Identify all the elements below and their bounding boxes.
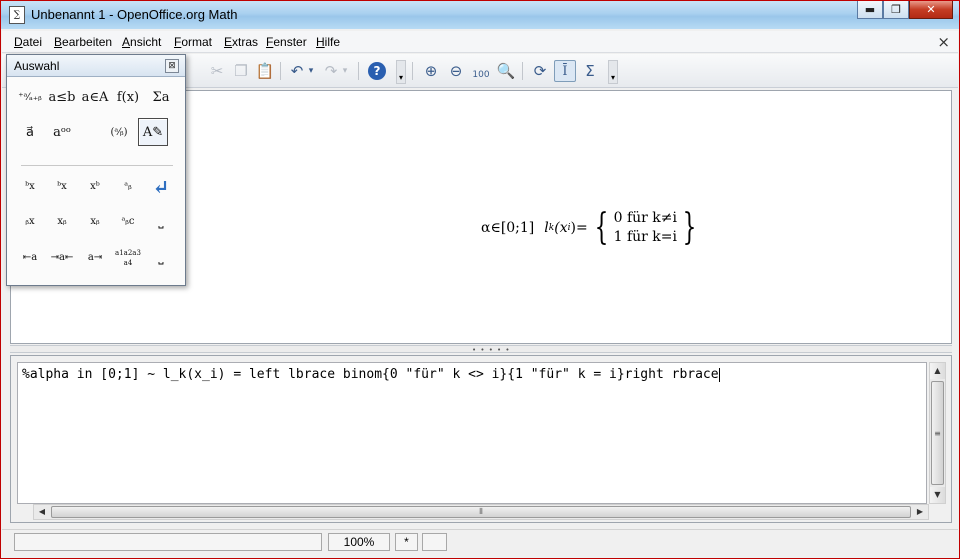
- show-all-icon[interactable]: 🔍: [495, 60, 517, 82]
- scroll-right-icon[interactable]: ▶: [912, 505, 928, 519]
- superscript-icon[interactable]: xᵇ: [80, 173, 110, 201]
- align-right-icon[interactable]: a⇥: [80, 244, 110, 272]
- subscript-icon[interactable]: xᵦ: [80, 208, 110, 236]
- menu-bearbeiten[interactable]: Bearbeiten: [54, 35, 112, 49]
- lower-limit-icon[interactable]: xᵦ: [47, 208, 77, 236]
- menu-format[interactable]: Format: [174, 35, 212, 49]
- align-center-icon[interactable]: ⇥a⇤: [47, 244, 77, 272]
- scroll-down-icon[interactable]: ▼: [930, 487, 945, 503]
- editor-text: %alpha in [0;1] ~ l_k(x_i) = left lbrace…: [22, 366, 912, 383]
- menu-datei[interactable]: Datei: [14, 35, 42, 49]
- operators-icon[interactable]: Σa: [146, 84, 176, 112]
- rendered-formula: α∈[0;1] lk (x i )= { 0 für k≠i 1 für k=i …: [481, 209, 701, 247]
- vertical-scrollbar[interactable]: ▲ ≡ ▼: [929, 362, 946, 504]
- formula-cursor-icon[interactable]: Ī: [554, 60, 576, 82]
- left-subscript-icon[interactable]: ᵦx: [15, 208, 45, 236]
- zoom-100-icon[interactable]: 100: [470, 60, 492, 82]
- copy-icon[interactable]: ❐: [230, 60, 252, 82]
- app-window: ∑ Unbenannt 1 - OpenOffice.org Math ▬ ❐ …: [0, 0, 960, 559]
- left-brace: {: [594, 207, 609, 248]
- formula-alpha-part: α∈[0;1]: [481, 220, 535, 236]
- formula-arg-close: )=: [570, 220, 588, 236]
- zoom-in-icon[interactable]: ⊕: [420, 60, 442, 82]
- menu-bar: Datei Bearbeiten Ansicht Format Extras F…: [2, 31, 958, 53]
- text-caret: [718, 367, 720, 382]
- editor-command-text: %alpha in [0;1] ~ l_k(x_i) = left lbrace…: [22, 367, 719, 382]
- math-app-icon: ∑: [9, 6, 25, 24]
- minimize-button[interactable]: ▬: [857, 1, 883, 19]
- case-row-2: 1 für k=i: [613, 229, 677, 245]
- formula-arg-open: (x: [554, 220, 568, 236]
- toolbar-overflow-icon[interactable]: ▾: [396, 60, 406, 84]
- formats-icon[interactable]: A✎: [138, 118, 168, 146]
- undo-icon[interactable]: ↶: [286, 60, 308, 82]
- vertical-stack-icon[interactable]: ᵃᵦ: [113, 173, 143, 201]
- undo-dropdown-icon[interactable]: ▾: [306, 60, 316, 82]
- signature-status[interactable]: [422, 533, 447, 551]
- attributes-icon[interactable]: a⃗: [15, 119, 45, 147]
- cut-icon[interactable]: ✂: [206, 60, 228, 82]
- status-bar: 100% *: [2, 529, 958, 553]
- help-icon[interactable]: ?: [368, 62, 386, 80]
- menu-extras[interactable]: Extras: [224, 35, 258, 49]
- splitter-grip-icon: • • • • •: [472, 346, 511, 354]
- palette-separator: [21, 165, 173, 166]
- vertical-stack-3-icon[interactable]: ᵃᵦc: [113, 208, 143, 236]
- case-row-1: 0 für k≠i: [613, 210, 677, 226]
- formula-cases: { 0 für k≠i 1 für k=i }: [590, 209, 701, 247]
- window-title: Unbenannt 1 - OpenOffice.org Math: [31, 7, 238, 22]
- toolbar-separator: [412, 62, 413, 80]
- set-operations-icon[interactable]: a∈A: [80, 84, 110, 112]
- unary-binary-operators-icon[interactable]: ⁺ᵃ⁄ₐ₊ᵦ: [15, 84, 45, 112]
- matrix-stack-icon[interactable]: a1a2a3a4: [113, 244, 143, 272]
- selection-palette: Auswahl ⊠ ⁺ᵃ⁄ₐ₊ᵦ a≤b a∈A f(x) Σa a⃗ aᵒᵒ …: [6, 54, 186, 286]
- upper-limit-icon[interactable]: ᵇx: [47, 173, 77, 201]
- zoom-status[interactable]: 100%: [328, 533, 390, 551]
- toolbar-overflow-icon[interactable]: ▾: [608, 60, 618, 84]
- palette-title: Auswahl: [14, 59, 60, 73]
- scroll-left-icon[interactable]: ◀: [34, 505, 50, 519]
- align-left-icon[interactable]: ⇤a: [15, 244, 45, 272]
- pane-splitter[interactable]: • • • • •: [10, 345, 952, 354]
- toolbar-separator: [522, 62, 523, 80]
- update-icon[interactable]: ⟳: [529, 60, 551, 82]
- modified-status: *: [395, 533, 418, 551]
- horizontal-scrollbar[interactable]: ◀ ⦀ ▶: [33, 504, 929, 520]
- title-bar[interactable]: ∑ Unbenannt 1 - OpenOffice.org Math ▬ ❐ …: [1, 1, 959, 29]
- paste-icon[interactable]: 📋: [254, 60, 276, 82]
- maximize-button[interactable]: ❐: [883, 1, 909, 19]
- left-superscript-icon[interactable]: ᵇx: [15, 173, 45, 201]
- status-message: [14, 533, 322, 551]
- brackets-icon[interactable]: (ᵃ⁄ᵦ): [104, 119, 134, 147]
- right-brace: }: [682, 207, 697, 248]
- menu-ansicht[interactable]: Ansicht: [122, 35, 161, 49]
- window-controls: ▬ ❐ ✕: [857, 1, 953, 20]
- toolbar-separator: [358, 62, 359, 80]
- close-document-icon[interactable]: ×: [937, 33, 950, 51]
- symbols-icon[interactable]: Σ: [579, 60, 601, 82]
- menu-hilfe[interactable]: Hilfe: [316, 35, 340, 49]
- redo-dropdown-icon[interactable]: ▾: [340, 60, 350, 82]
- functions-icon[interactable]: f(x): [113, 84, 143, 112]
- commands-window: %alpha in [0;1] ~ l_k(x_i) = left lbrace…: [10, 355, 952, 523]
- palette-close-icon[interactable]: ⊠: [165, 59, 179, 73]
- others-icon[interactable]: aᵒᵒ: [47, 119, 77, 147]
- new-line-icon[interactable]: ↵: [146, 173, 176, 201]
- zoom-out-icon[interactable]: ⊖: [445, 60, 467, 82]
- toolbar-separator: [280, 62, 281, 80]
- redo-icon[interactable]: ↷: [320, 60, 342, 82]
- gap-icon[interactable]: ⎵: [146, 244, 176, 272]
- small-gap-icon[interactable]: ⎵: [146, 208, 176, 236]
- scroll-up-icon[interactable]: ▲: [930, 363, 945, 379]
- cases-stack: 0 für k≠i 1 für k=i: [614, 209, 677, 247]
- horizontal-scroll-thumb[interactable]: ⦀: [51, 506, 911, 518]
- palette-title-bar[interactable]: Auswahl ⊠: [7, 55, 185, 77]
- formula-command-editor[interactable]: %alpha in [0;1] ~ l_k(x_i) = left lbrace…: [17, 362, 927, 504]
- close-button[interactable]: ✕: [909, 1, 953, 19]
- menu-fenster[interactable]: Fenster: [266, 35, 307, 49]
- relations-icon[interactable]: a≤b: [47, 84, 77, 112]
- vertical-scroll-thumb[interactable]: ≡: [931, 381, 944, 485]
